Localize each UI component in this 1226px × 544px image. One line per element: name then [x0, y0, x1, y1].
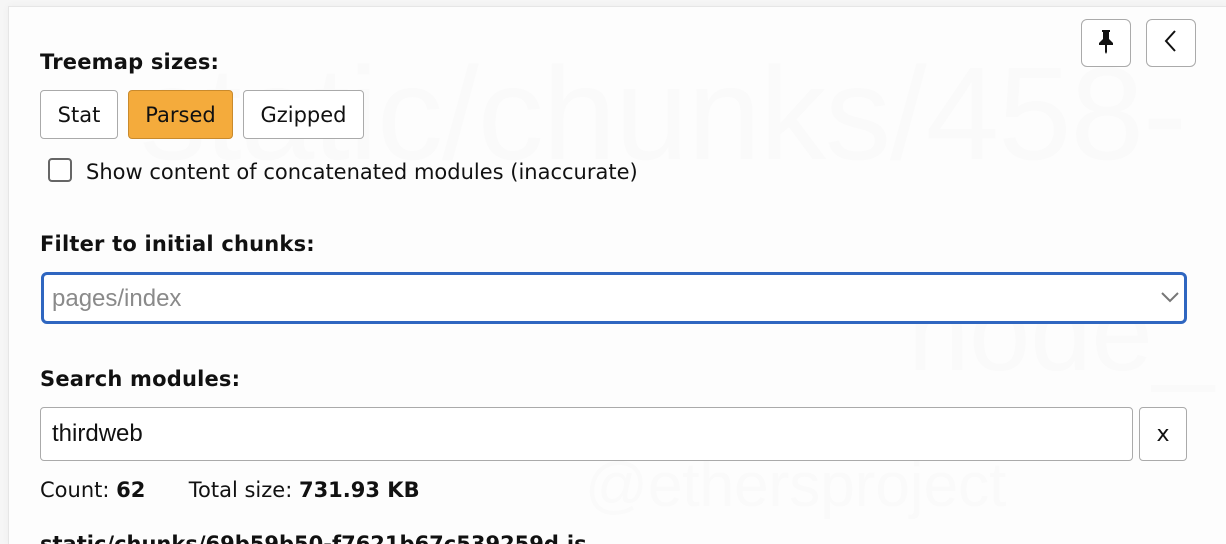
search-modules-input[interactable] [40, 407, 1133, 461]
concatenated-modules-checkbox[interactable] [48, 158, 72, 182]
treemap-sizes-title: Treemap sizes: [40, 50, 220, 74]
chevron-down-icon [1158, 289, 1182, 309]
size-stat-button[interactable]: Stat [40, 90, 118, 139]
concatenated-modules-label[interactable]: Show content of concatenated modules (in… [86, 160, 638, 184]
search-title: Search modules: [40, 367, 241, 391]
filter-title: Filter to initial chunks: [40, 232, 315, 256]
pin-button[interactable] [1081, 19, 1131, 67]
search-stats: Count: 62 Total size: 731.93 KB [40, 478, 420, 502]
size-parsed-button[interactable]: Parsed [128, 90, 233, 139]
count-label: Count: [40, 478, 110, 502]
count-value: 62 [116, 478, 146, 502]
result-chunk-name: static/chunks/69b59b50-f7621b67c539259d.… [40, 532, 587, 544]
treemap-stage: static/chunks/458- node_ @ethersproject … [0, 0, 1226, 544]
total-size-label: Total size: [188, 478, 293, 502]
pin-icon [1096, 28, 1116, 58]
total-size-value: 731.93 KB [298, 478, 420, 502]
collapse-sidebar-button[interactable] [1146, 19, 1196, 67]
select-value: pages/index [52, 285, 182, 312]
initial-chunks-select[interactable]: pages/index [41, 272, 1187, 324]
size-gzipped-button[interactable]: Gzipped [243, 90, 364, 139]
chevron-left-icon [1163, 28, 1179, 58]
clear-search-button[interactable]: x [1139, 407, 1187, 461]
